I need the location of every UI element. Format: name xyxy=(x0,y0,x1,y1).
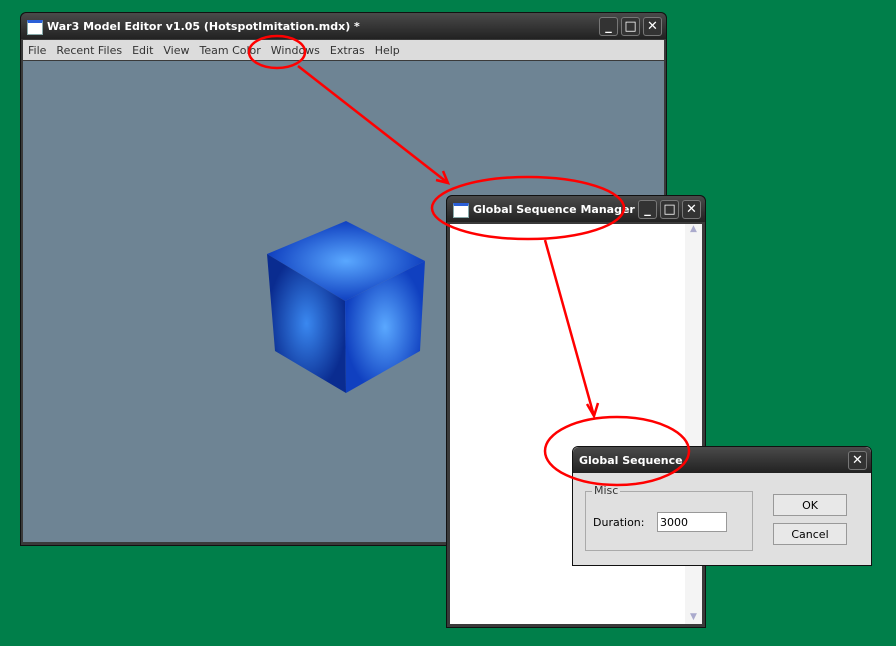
scroll-up-icon[interactable]: ▲ xyxy=(685,224,702,234)
duration-input[interactable] xyxy=(657,512,727,532)
scroll-down-icon[interactable]: ▼ xyxy=(685,612,702,622)
dialog-titlebar[interactable]: Global Sequence ✕ xyxy=(573,447,871,473)
global-sequence-dialog: Global Sequence ✕ Misc Duration: OK Canc… xyxy=(572,446,872,566)
app-icon xyxy=(27,20,43,35)
minimize-button[interactable]: _ xyxy=(599,17,618,36)
close-button[interactable]: ✕ xyxy=(682,200,701,219)
app-icon xyxy=(453,203,469,218)
maximize-button[interactable]: □ xyxy=(621,17,640,36)
close-button[interactable]: ✕ xyxy=(848,451,867,470)
menu-recent-files[interactable]: Recent Files xyxy=(51,44,127,57)
menu-help[interactable]: Help xyxy=(370,44,405,57)
menu-extras[interactable]: Extras xyxy=(325,44,370,57)
duration-label: Duration: xyxy=(593,516,645,529)
manager-titlebar[interactable]: Global Sequence Manager _ □ ✕ xyxy=(447,196,705,222)
menu-file[interactable]: File xyxy=(23,44,51,57)
cancel-button[interactable]: Cancel xyxy=(773,523,847,545)
menu-windows[interactable]: Windows xyxy=(266,44,325,57)
menu-team-color[interactable]: Team Color xyxy=(195,44,266,57)
maximize-button[interactable]: □ xyxy=(660,200,679,219)
main-titlebar[interactable]: War3 Model Editor v1.05 (HotspotImitatio… xyxy=(21,13,666,39)
minimize-button[interactable]: _ xyxy=(638,200,657,219)
close-button[interactable]: ✕ xyxy=(643,17,662,36)
dialog-title: Global Sequence xyxy=(579,454,683,467)
menu-bar: File Recent Files Edit View Team Color W… xyxy=(23,40,664,60)
ok-button[interactable]: OK xyxy=(773,494,847,516)
misc-group: Misc Duration: xyxy=(585,484,753,551)
menu-edit[interactable]: Edit xyxy=(127,44,158,57)
manager-title: Global Sequence Manager xyxy=(473,203,635,216)
group-label: Misc xyxy=(592,484,621,497)
menu-view[interactable]: View xyxy=(158,44,194,57)
main-title: War3 Model Editor v1.05 (HotspotImitatio… xyxy=(47,20,360,33)
